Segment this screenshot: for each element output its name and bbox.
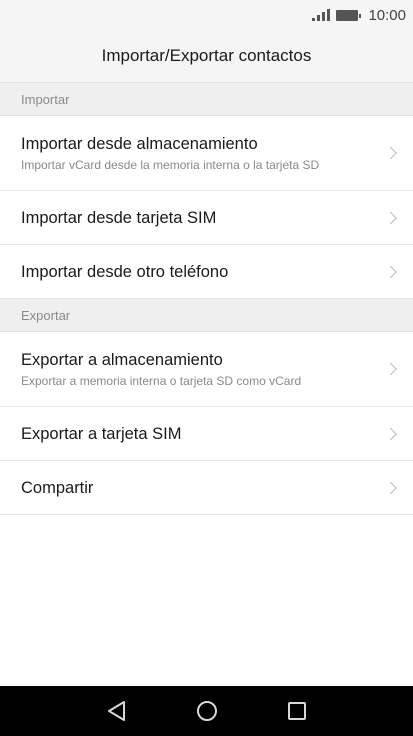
chevron-right-icon (384, 481, 397, 494)
chevron-right-icon (384, 362, 397, 376)
status-time: 10:00 (368, 6, 406, 24)
item-importar-sim[interactable]: Importar desde tarjeta SIM (0, 191, 413, 245)
back-icon[interactable] (105, 699, 129, 723)
item-subtitle: Importar vCard desde la memoria interna … (21, 158, 320, 172)
recents-icon[interactable] (285, 699, 309, 723)
home-icon[interactable] (195, 699, 219, 723)
title-bar: Importar/Exportar contactos (0, 30, 413, 83)
status-icons: 10:00 (312, 6, 406, 24)
signal-icon (312, 9, 331, 21)
page-title: Importar/Exportar contactos (101, 46, 312, 65)
chevron-right-icon (384, 265, 397, 278)
item-subtitle: Exportar a memoria interna o tarjeta SD … (21, 374, 302, 388)
settings-list: Importar Importar desde almacenamiento I… (0, 83, 413, 515)
item-title: Compartir (21, 478, 94, 497)
item-title: Importar desde otro teléfono (21, 262, 229, 281)
item-exportar-sim[interactable]: Exportar a tarjeta SIM (0, 407, 413, 461)
item-importar-otro-telefono[interactable]: Importar desde otro teléfono (0, 245, 413, 299)
section-header-exportar: Exportar (0, 299, 413, 332)
status-bar: 10:00 (0, 0, 413, 30)
item-title: Exportar a tarjeta SIM (21, 424, 182, 443)
navigation-bar (0, 686, 413, 736)
chevron-right-icon (384, 211, 397, 224)
battery-icon (336, 9, 362, 21)
item-exportar-almacenamiento[interactable]: Exportar a almacenamiento Exportar a mem… (0, 332, 413, 407)
chevron-right-icon (384, 427, 397, 440)
chevron-right-icon (384, 146, 397, 160)
item-title: Importar desde tarjeta SIM (21, 208, 217, 227)
section-header-importar: Importar (0, 83, 413, 116)
item-compartir[interactable]: Compartir (0, 461, 413, 515)
item-title: Exportar a almacenamiento (21, 351, 223, 369)
item-importar-almacenamiento[interactable]: Importar desde almacenamiento Importar v… (0, 116, 413, 191)
item-title: Importar desde almacenamiento (21, 135, 258, 153)
